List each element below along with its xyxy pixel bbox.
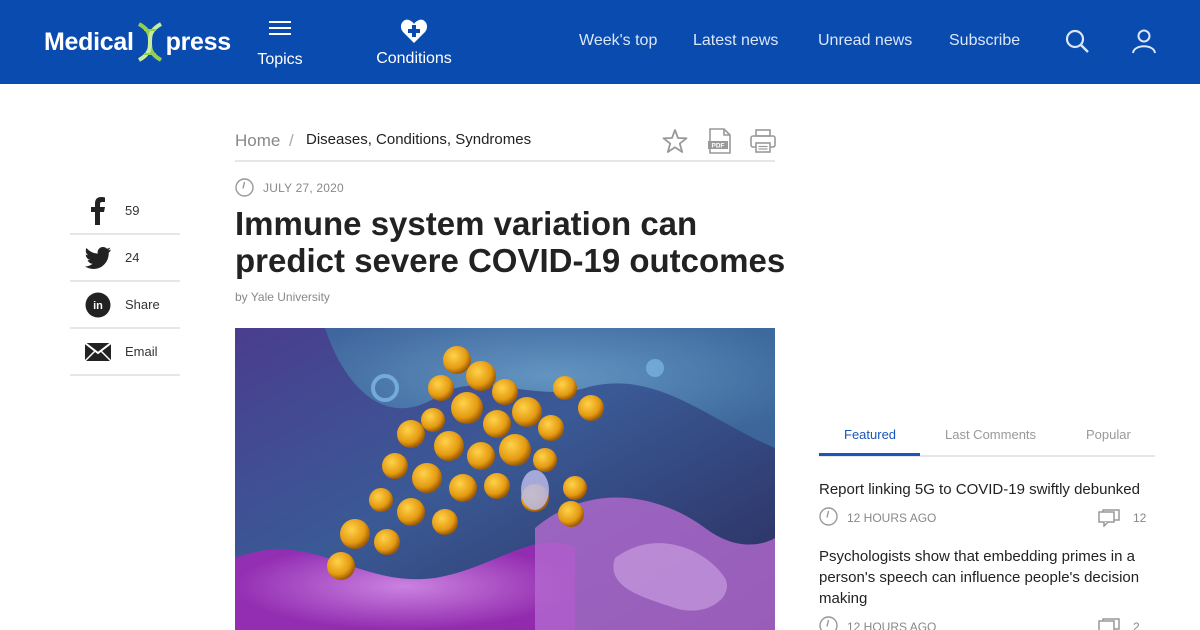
user-icon[interactable]	[1131, 28, 1157, 54]
nav-weeks-top-link[interactable]: Week's top	[579, 32, 657, 50]
heart-plus-icon	[400, 19, 428, 43]
comments-icon[interactable]	[1098, 618, 1120, 630]
clock-icon	[819, 507, 838, 526]
site-header: Medical press Topics Conditions Week's t…	[0, 0, 1200, 84]
logo-text-left: Medical	[44, 27, 134, 56]
dna-icon	[137, 22, 162, 62]
topics-label: Topics	[257, 51, 303, 68]
conditions-menu-button[interactable]: Conditions	[370, 18, 458, 68]
linkedin-share-label: Share	[125, 297, 160, 312]
story-age: 12 HOURS AGO	[847, 511, 937, 525]
story-comment-count: 2	[1133, 620, 1140, 630]
share-facebook-button[interactable]: 59	[70, 188, 180, 235]
active-tab-indicator	[819, 453, 920, 456]
tab-last-comments[interactable]: Last Comments	[945, 427, 1036, 442]
list-item[interactable]: Report linking 5G to COVID-19 swiftly de…	[819, 479, 1155, 531]
breadcrumb: Home / Diseases, Conditions, Syndromes P…	[235, 128, 776, 162]
nav-subscribe-link[interactable]: Subscribe	[949, 32, 1020, 50]
virus-micrograph-illustration	[235, 328, 775, 630]
search-icon[interactable]	[1064, 28, 1090, 54]
print-icon[interactable]	[750, 128, 776, 154]
twitter-count: 24	[125, 250, 140, 265]
site-logo[interactable]: Medical press	[44, 22, 231, 62]
story-comment-count: 12	[1133, 511, 1147, 525]
article-date-text: JULY 27, 2020	[263, 180, 344, 195]
hamburger-icon	[269, 21, 291, 35]
clock-icon	[235, 178, 254, 197]
svg-text:in: in	[93, 300, 103, 312]
story-title-link[interactable]: Psychologists show that embedding primes…	[819, 546, 1155, 609]
nav-unread-news-link[interactable]: Unread news	[818, 32, 912, 50]
logo-text-right: press	[165, 27, 232, 56]
conditions-label: Conditions	[376, 50, 452, 67]
share-linkedin-button[interactable]: in Share	[70, 282, 180, 329]
email-share-label: Email	[125, 344, 158, 359]
email-icon	[84, 342, 111, 361]
breadcrumb-separator: /	[289, 131, 294, 150]
tab-popular[interactable]: Popular	[1086, 427, 1131, 442]
story-age: 12 HOURS AGO	[847, 620, 937, 630]
twitter-icon	[84, 246, 111, 269]
breadcrumb-category-link[interactable]: Diseases, Conditions, Syndromes	[306, 131, 531, 148]
topics-menu-button[interactable]: Topics	[250, 18, 310, 69]
list-item[interactable]: Psychologists show that embedding primes…	[819, 546, 1155, 630]
linkedin-icon: in	[85, 292, 110, 317]
share-panel: 59 24 in Share Email	[70, 188, 180, 376]
story-title-link[interactable]: Report linking 5G to COVID-19 swiftly de…	[819, 479, 1155, 500]
article-date: JULY 27, 2020	[235, 178, 344, 197]
share-twitter-button[interactable]: 24	[70, 235, 180, 282]
pdf-icon[interactable]: PDF	[707, 128, 733, 154]
breadcrumb-home-link[interactable]: Home	[235, 131, 280, 151]
comments-icon[interactable]	[1098, 509, 1120, 527]
tab-featured[interactable]: Featured	[844, 427, 896, 442]
article-title: Immune system variation can predict seve…	[235, 205, 786, 279]
article-byline: by Yale University	[235, 290, 330, 304]
article-hero-image[interactable]	[235, 328, 775, 630]
bookmark-star-icon[interactable]	[662, 128, 688, 154]
nav-latest-news-link[interactable]: Latest news	[693, 32, 778, 50]
facebook-count: 59	[125, 203, 140, 218]
share-email-button[interactable]: Email	[70, 329, 180, 376]
sidebar-tabs: Featured Last Comments Popular	[819, 420, 1155, 457]
clock-icon	[819, 616, 838, 630]
svg-text:PDF: PDF	[712, 143, 725, 150]
facebook-icon	[90, 196, 105, 225]
